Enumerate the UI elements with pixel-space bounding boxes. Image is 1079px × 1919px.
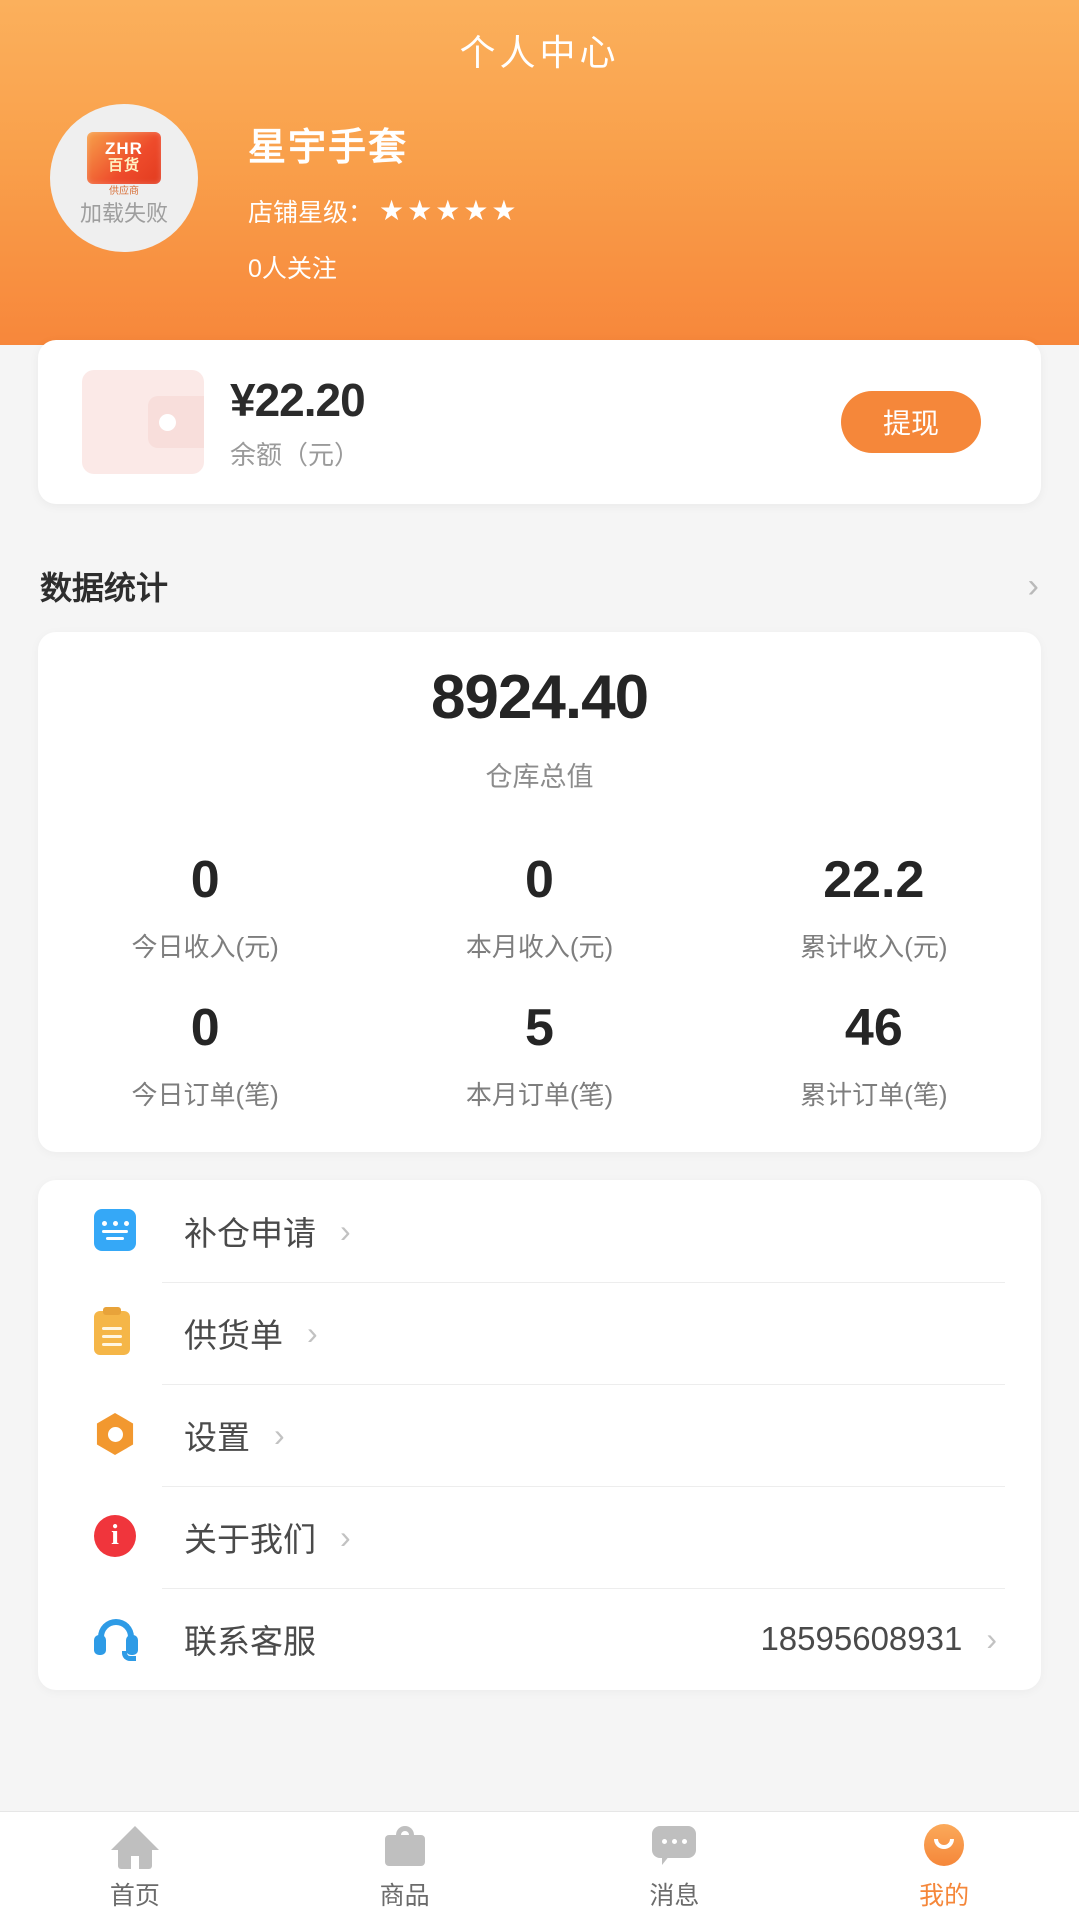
tab-label: 商品 [379, 1881, 430, 1910]
chevron-right-icon: › [986, 1621, 997, 1657]
wallet-icon [82, 370, 204, 474]
bag-icon [384, 1820, 425, 1866]
shop-name: 星宇手套 [248, 127, 409, 169]
stat-cell: 22.2 累计收入(元) [707, 838, 1041, 986]
warehouse-total: 8924.40 仓库总值 [38, 632, 1041, 794]
info-icon: i [94, 1515, 138, 1559]
menu-item-label: 补仓申请 [184, 1215, 316, 1252]
clipboard-icon [94, 1311, 138, 1355]
menu-item-settings[interactable]: 设置 › [38, 1384, 1041, 1486]
stats-section-header[interactable]: 数据统计 › [0, 555, 1079, 617]
menu-item-contact-service[interactable]: 联系客服 18595608931 › [38, 1588, 1041, 1690]
tab-profile[interactable]: 我的 [809, 1820, 1079, 1912]
star-label: 店铺星级： [248, 199, 374, 227]
stat-value: 0 [190, 999, 220, 1058]
stat-label: 本月订单(笔) [465, 1080, 614, 1111]
warehouse-total-label: 仓库总值 [485, 762, 594, 792]
stat-value: 5 [525, 999, 554, 1058]
logo-main-text: ZHR [105, 139, 143, 159]
chat-icon [652, 1820, 697, 1866]
logo-sub-text: 百货 [107, 157, 140, 175]
menu-item-restock-request[interactable]: 补仓申请 › [38, 1180, 1041, 1282]
balance-amount: ¥22.20 [230, 373, 366, 426]
page-title: 个人中心 [459, 32, 620, 73]
shop-logo-icon: ZHR 百货 [87, 131, 161, 184]
stat-label: 本月收入(元) [465, 932, 614, 963]
tab-label: 消息 [649, 1881, 700, 1910]
menu-item-label: 供货单 [184, 1317, 283, 1354]
menu-list: 补仓申请 › 供货单 › 设置 › i 关于我们 › 联系客服 18595608… [38, 1180, 1041, 1690]
tab-products[interactable]: 商品 [270, 1820, 540, 1912]
stat-cell: 0 本月收入(元) [372, 838, 706, 986]
profile-smiley-icon [924, 1820, 965, 1866]
chevron-right-icon: › [340, 1213, 351, 1249]
bottom-tab-bar: 首页 商品 消息 我的 [0, 1811, 1079, 1919]
tab-home[interactable]: 首页 [0, 1820, 270, 1912]
avatar-load-failed-text: 加载失败 [79, 200, 168, 226]
stats-grid: 0 今日收入(元) 0 本月收入(元) 22.2 累计收入(元) 0 今日订单(… [38, 838, 1041, 1134]
stat-label: 今日订单(笔) [131, 1080, 279, 1111]
chevron-right-icon: › [274, 1417, 285, 1453]
chevron-right-icon: › [340, 1519, 351, 1555]
service-phone-number: 18595608931 [760, 1620, 963, 1657]
wallet-text: ¥22.20 余额（元） [230, 373, 366, 472]
chevron-right-icon[interactable]: › [1028, 569, 1039, 603]
chevron-right-icon: › [307, 1315, 318, 1351]
menu-item-about-us[interactable]: i 关于我们 › [38, 1486, 1041, 1588]
shop-rating: 店铺星级： ★★★★★ [248, 193, 520, 229]
headset-icon [94, 1617, 138, 1661]
stat-cell: 46 累计订单(笔) [707, 986, 1041, 1134]
gear-icon [94, 1413, 138, 1457]
stat-label: 累计订单(笔) [800, 1080, 948, 1111]
stat-value: 0 [190, 851, 220, 909]
stat-cell: 5 本月订单(笔) [372, 986, 706, 1134]
stat-label: 今日收入(元) [131, 932, 279, 963]
profile-page: 个人中心 ZHR 百货 供应商 加载失败 星宇手套 店铺星级： ★★★★★ 0人… [0, 0, 1079, 1919]
tab-messages[interactable]: 消息 [540, 1820, 810, 1912]
follower-count: 0人关注 [248, 255, 337, 283]
menu-item-label: 关于我们 [184, 1521, 316, 1558]
tab-label: 首页 [109, 1881, 160, 1910]
menu-item-label: 设置 [184, 1419, 250, 1456]
shop-info: 星宇手套 店铺星级： ★★★★★ 0人关注 [248, 116, 520, 285]
menu-item-label: 联系客服 [184, 1623, 316, 1660]
tab-label: 我的 [919, 1881, 970, 1910]
stat-label: 累计收入(元) [800, 932, 948, 963]
stat-value: 0 [525, 851, 554, 909]
stat-cell: 0 今日订单(笔) [38, 986, 372, 1134]
avatar[interactable]: ZHR 百货 供应商 加载失败 [50, 104, 198, 252]
stat-value: 22.2 [823, 851, 925, 909]
wallet-card: ¥22.20 余额（元） 提现 [38, 340, 1041, 504]
page-header: 个人中心 ZHR 百货 供应商 加载失败 星宇手套 店铺星级： ★★★★★ 0人… [0, 0, 1079, 345]
balance-label: 余额（元） [230, 439, 361, 470]
warehouse-total-value: 8924.40 [430, 663, 649, 732]
stats-section-title: 数据统计 [40, 570, 169, 606]
stat-cell: 0 今日收入(元) [38, 838, 372, 986]
withdraw-button[interactable]: 提现 [841, 391, 981, 453]
logo-tag-text: 供应商 [109, 185, 139, 197]
stats-card: 8924.40 仓库总值 0 今日收入(元) 0 本月收入(元) 22.2 累计… [38, 632, 1041, 1152]
stat-value: 46 [844, 999, 903, 1058]
form-icon [94, 1209, 138, 1253]
menu-item-supply-order[interactable]: 供货单 › [38, 1282, 1041, 1384]
star-icons: ★★★★★ [379, 195, 520, 226]
